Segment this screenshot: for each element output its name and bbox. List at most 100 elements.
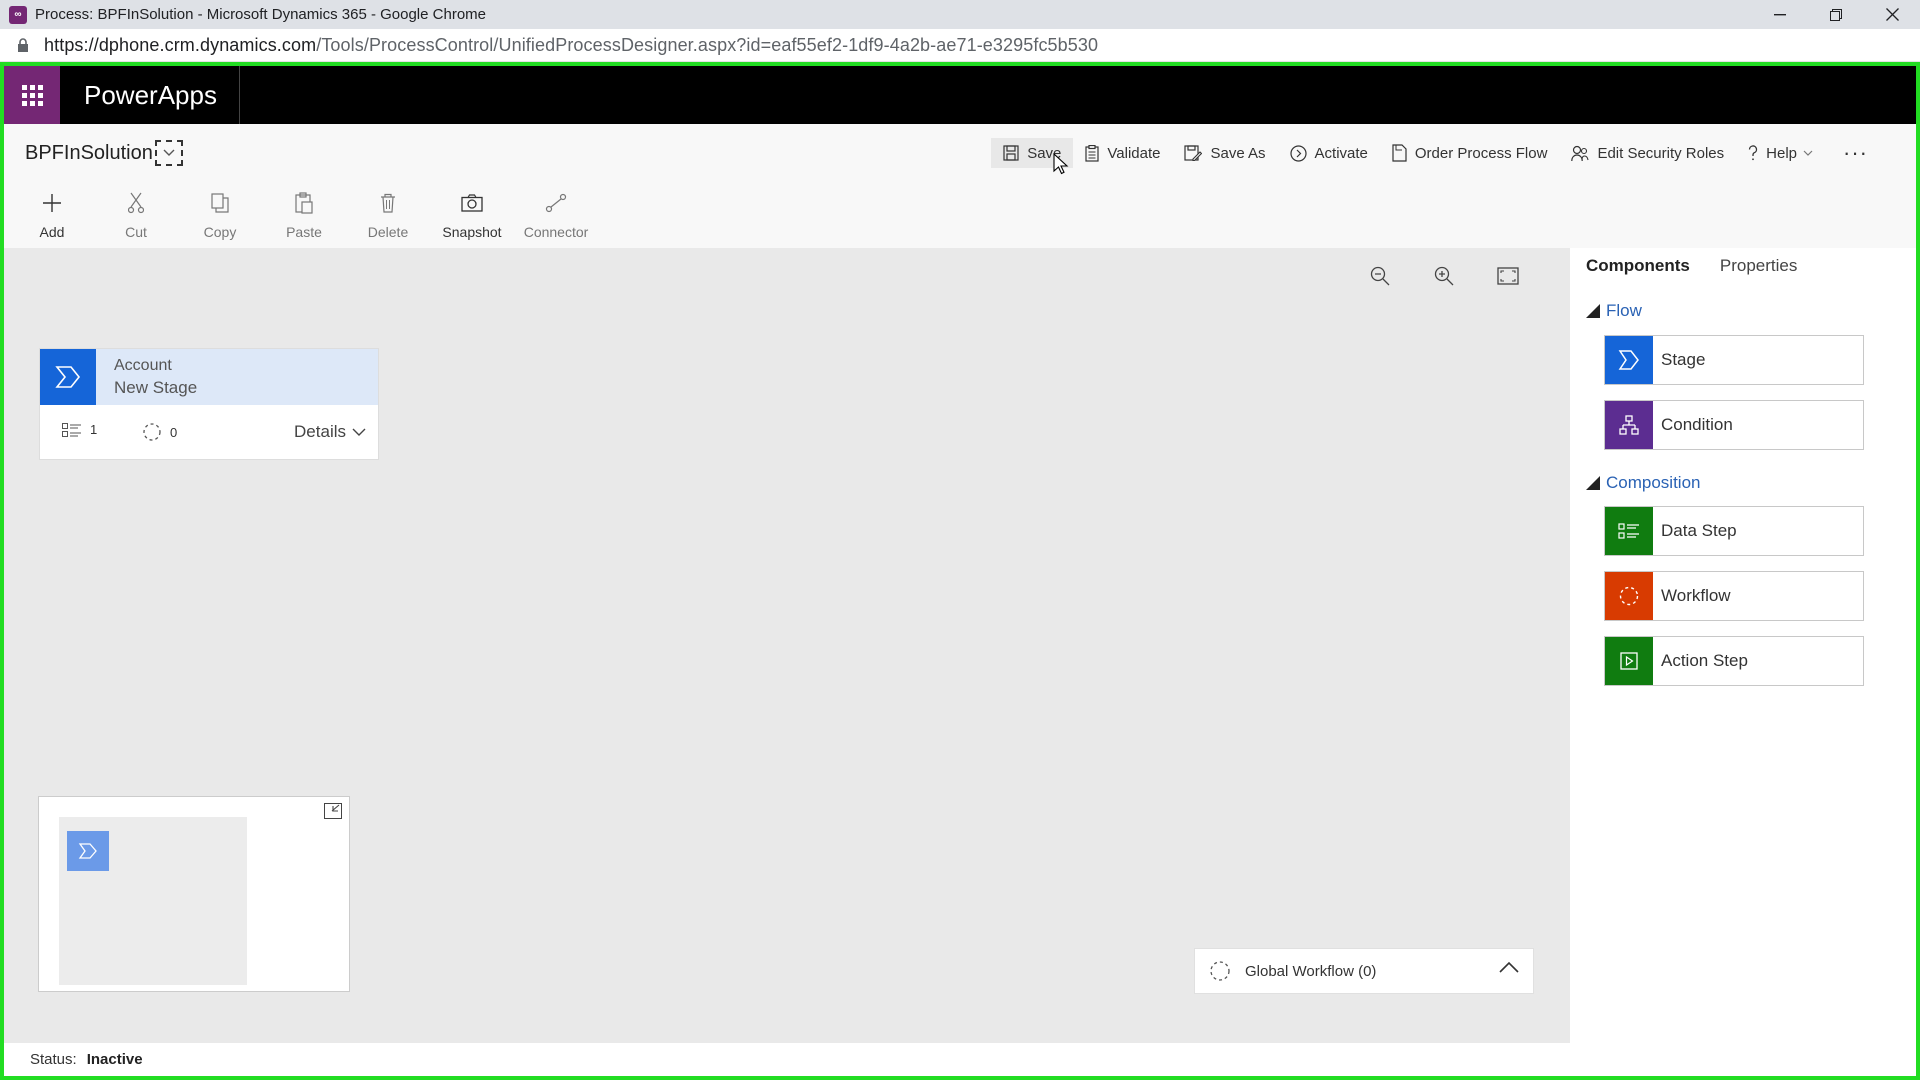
restore-icon[interactable] <box>1808 0 1864 29</box>
add-label: Add <box>39 224 65 240</box>
more-commands-button[interactable]: ··· <box>1833 138 1878 168</box>
data-step-component-label: Data Step <box>1661 521 1737 540</box>
cut-button[interactable]: Cut <box>94 188 178 240</box>
edit-security-roles-button[interactable]: Edit Security Roles <box>1559 138 1736 168</box>
delete-label: Delete <box>367 224 409 240</box>
details-chevron-down-icon <box>352 428 366 436</box>
order-process-flow-label: Order Process Flow <box>1414 144 1548 162</box>
details-toggle[interactable]: Details <box>294 422 366 442</box>
stage-entity: Account <box>114 357 172 374</box>
connector-label: Connector <box>523 224 589 240</box>
stage-component-label: Stage <box>1661 350 1706 369</box>
save-as-button[interactable]: Save As <box>1172 138 1277 168</box>
copy-label: Copy <box>203 224 237 240</box>
snapshot-label: Snapshot <box>442 224 502 240</box>
delete-button[interactable]: Delete <box>346 188 430 240</box>
ribbon-toolbar: Add Cut Copy Paste Delete Snapshot Conne… <box>10 188 598 240</box>
minimap-collapse-icon[interactable] <box>323 802 343 820</box>
connector-icon <box>545 188 567 218</box>
data-steps-count-value: 1 <box>90 422 98 437</box>
copy-button[interactable]: Copy <box>178 188 262 240</box>
edit-security-roles-label: Edit Security Roles <box>1597 144 1725 162</box>
validate-label: Validate <box>1107 144 1161 162</box>
stage-card-header[interactable]: Account New Stage <box>40 349 378 405</box>
stage-card-footer: 1 0 Details <box>40 405 378 459</box>
fit-to-screen-icon[interactable] <box>1476 262 1540 290</box>
global-workflow-label: Global Workflow (0) <box>1245 962 1377 980</box>
activate-label: Activate <box>1314 144 1368 162</box>
minimap[interactable] <box>38 796 350 992</box>
stage-name: New Stage <box>114 378 198 397</box>
data-steps-count: 1 <box>62 422 97 437</box>
chevron-up-icon[interactable] <box>1499 961 1519 973</box>
help-label: Help <box>1766 144 1798 162</box>
composition-section-label: Composition <box>1606 473 1701 492</box>
stage-card[interactable]: Account New Stage 1 0 Details <box>39 348 379 460</box>
browser-title-bar: ∞ Process: BPFInSolution - Microsoft Dyn… <box>0 0 1920 29</box>
process-name-chevron-down-icon[interactable] <box>154 140 183 166</box>
workflows-count: 0 <box>142 422 177 442</box>
minimize-icon[interactable] <box>1752 0 1808 29</box>
url-text[interactable]: https://dphone.crm.dynamics.com/Tools/Pr… <box>44 35 1098 56</box>
security-roles-icon <box>1571 145 1589 161</box>
snapshot-button[interactable]: Snapshot <box>430 188 514 240</box>
scissors-icon <box>128 188 144 218</box>
status-bar: Status: Inactive <box>30 1051 143 1068</box>
help-button[interactable]: Help <box>1736 138 1833 168</box>
workflows-count-value: 0 <box>170 424 178 440</box>
status-value: Inactive <box>86 1051 143 1068</box>
minimap-stage-chevron-icon <box>67 831 109 871</box>
action-step-component-label: Action Step <box>1661 651 1748 670</box>
url-path: /Tools/ProcessControl/UnifiedProcessDesi… <box>316 34 1099 55</box>
close-icon[interactable] <box>1864 0 1920 29</box>
validate-button[interactable]: Validate <box>1073 138 1172 168</box>
browser-window-title: Process: BPFInSolution - Microsoft Dynam… <box>35 6 487 23</box>
help-question-icon <box>1749 145 1758 161</box>
plus-icon <box>42 188 62 218</box>
status-label: Status: <box>30 1051 77 1068</box>
connector-button[interactable]: Connector <box>514 188 598 240</box>
lock-icon <box>16 37 30 53</box>
add-button[interactable]: Add <box>10 188 94 240</box>
tab-components[interactable]: Components <box>1586 256 1690 282</box>
composition-section-header[interactable]: Composition <box>1586 473 1701 493</box>
window-controls <box>1752 0 1920 29</box>
workflow-dashed-circle-icon <box>1605 572 1653 620</box>
tab-properties[interactable]: Properties <box>1720 256 1797 282</box>
command-area: BPFInSolution Save Validate Save As Acti… <box>4 124 1916 248</box>
order-process-flow-button[interactable]: Order Process Flow <box>1380 138 1560 168</box>
zoom-out-icon[interactable] <box>1348 262 1412 290</box>
global-workflow-panel[interactable]: Global Workflow (0) <box>1194 948 1534 994</box>
address-bar[interactable]: https://dphone.crm.dynamics.com/Tools/Pr… <box>0 29 1920 62</box>
workflow-component-label: Workflow <box>1661 586 1731 605</box>
data-step-list-icon <box>62 422 81 437</box>
paste-button[interactable]: Paste <box>262 188 346 240</box>
activate-button[interactable]: Activate <box>1278 138 1380 168</box>
components-panel: Components Properties Flow Stage Conditi… <box>1570 248 1916 1043</box>
copy-icon <box>211 188 229 218</box>
flow-section-header[interactable]: Flow <box>1586 301 1642 321</box>
condition-component-label: Condition <box>1661 415 1733 434</box>
activate-icon <box>1289 144 1307 162</box>
url-host: https://dphone.crm.dynamics.com <box>44 34 317 55</box>
condition-component[interactable]: Condition <box>1604 400 1864 450</box>
camera-icon <box>461 188 483 218</box>
order-process-flow-icon <box>1392 144 1407 162</box>
workflow-component[interactable]: Workflow <box>1604 571 1864 621</box>
app-launcher-waffle-icon[interactable] <box>4 66 60 124</box>
zoom-toolbar <box>1348 262 1540 290</box>
cut-label: Cut <box>125 224 147 240</box>
validate-icon <box>1085 144 1099 162</box>
designer-canvas[interactable]: Account New Stage 1 0 Details Global Wor… <box>4 248 1570 1043</box>
flow-section-label: Flow <box>1606 301 1642 320</box>
data-step-component[interactable]: Data Step <box>1604 506 1864 556</box>
process-name-header: BPFInSolution <box>25 140 183 166</box>
action-step-component[interactable]: Action Step <box>1604 636 1864 686</box>
zoom-in-icon[interactable] <box>1412 262 1476 290</box>
dynamics-favicon-icon: ∞ <box>9 5 27 24</box>
top-navigation-bar: PowerApps <box>4 66 1916 124</box>
powerapps-brand[interactable]: PowerApps <box>60 66 240 124</box>
process-name: BPFInSolution <box>25 141 153 164</box>
stage-component[interactable]: Stage <box>1604 335 1864 385</box>
paste-icon <box>295 188 313 218</box>
